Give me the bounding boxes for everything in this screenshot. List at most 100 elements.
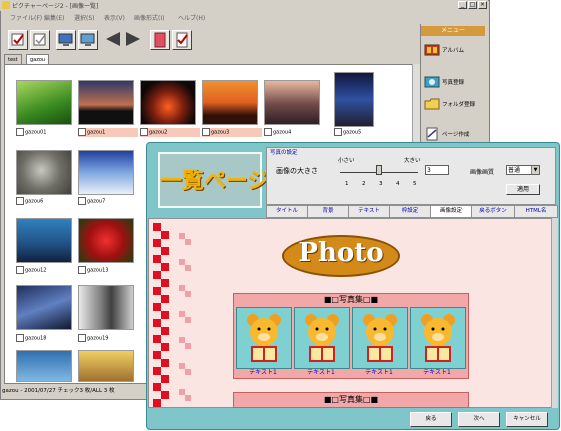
thumbnail[interactable] [202,80,258,125]
check-all-button[interactable] [8,30,28,50]
view-button-1[interactable] [56,30,76,50]
checkbox[interactable] [78,197,86,205]
photo-logo-text: Photo [298,238,384,268]
checkbox[interactable] [334,128,342,136]
checkbox[interactable] [264,128,272,136]
thumbnail-caption[interactable]: gazou01 [16,128,76,137]
back-button[interactable]: 戻る [410,412,452,427]
bear-icon [363,314,397,362]
checkbox[interactable] [140,128,148,136]
tab-back-button[interactable]: 戻るボタン [471,205,515,218]
menu-view[interactable]: 表示(V) [104,13,125,22]
bear-image[interactable] [352,307,408,369]
bear-caption: テキスト1 [249,369,277,376]
thumbnail[interactable] [16,350,72,382]
tab-html-name[interactable]: HTML名 [514,205,558,218]
thumbnail[interactable] [140,80,196,125]
checkbox[interactable] [78,334,86,342]
thumbnail[interactable] [78,150,134,195]
tab-image-settings[interactable]: 画像設定 [430,205,472,218]
thumbnail-caption[interactable]: gazou13 [78,266,138,275]
uncheck-all-button[interactable] [30,30,50,50]
tab-background[interactable]: 背景 [307,205,349,218]
thumbnail[interactable] [78,285,134,330]
checkbox[interactable] [78,266,86,274]
cancel-button[interactable]: キャンセル [506,412,548,427]
menu-select[interactable]: 選択(S) [74,13,95,22]
checkbox[interactable] [78,128,86,136]
album-title-2: ■□写真集□■ [323,395,379,404]
checkbox[interactable] [16,197,24,205]
thumbnail-caption[interactable]: gazou12 [16,266,76,275]
thumbnail[interactable] [264,80,320,125]
thumbnail-caption[interactable]: gazou7 [78,197,138,206]
view-button-2[interactable] [78,30,98,50]
sidebar-item-photo-register[interactable]: 写真登録 [424,72,486,94]
next-button-dialog[interactable]: 次へ [458,412,500,427]
checker-border [153,223,191,407]
thumbnail[interactable] [78,350,134,382]
photo-register-icon [424,76,440,88]
tab-title[interactable]: タイトル [266,205,308,218]
thumbnail-caption[interactable]: gazou5 [334,128,394,137]
thumbnail-label: gazou2 [149,129,168,136]
size-slider-thumb[interactable] [376,165,382,175]
thumbnail-caption[interactable]: gazou6 [16,197,76,206]
menu-image-format[interactable]: 画像形式(I) [134,13,164,22]
sidebar-item-album[interactable]: アルバム [424,40,486,62]
menu-file[interactable]: ファイル(F) [10,13,42,22]
thumbnail[interactable] [16,150,72,195]
menu-bar: ファイル(F) 編集(E) 選択(S) 表示(V) 画像形式(I) ヘルプ(H) [0,12,488,23]
tab-text[interactable]: テキスト [348,205,390,218]
slider-small-label: 小さい [338,158,355,164]
checkbox[interactable] [16,128,24,136]
thumbnail[interactable] [334,72,374,127]
preview-scrollbar[interactable] [551,218,558,408]
page-create-icon [426,127,438,141]
page-check-button[interactable] [172,30,192,50]
thumbnail-caption[interactable]: gazou2 [140,128,200,137]
menu-edit[interactable]: 編集(E) [44,13,64,22]
thumbnail-caption[interactable]: gazou18 [16,334,76,343]
prev-button[interactable] [104,30,122,48]
thumbnail-label: gazou1 [87,129,106,136]
thumbnail-label: gazou6 [25,198,44,205]
next-button[interactable] [124,30,142,48]
thumbnail-caption[interactable]: gazou4 [264,128,324,137]
thumbnail-label: gazou3 [211,129,230,136]
close-button[interactable]: × [478,1,487,9]
thumbnail[interactable] [78,218,134,263]
title-bar: ピクチャーページ2 - [画像一覧] _ □ × [0,0,488,11]
thumbnail[interactable] [16,80,72,125]
dialog-logo: 一覧ページ [160,168,270,194]
bear-image[interactable] [410,307,466,369]
thumbnail[interactable] [16,218,72,263]
minimize-button[interactable]: _ [458,1,467,9]
thumbnail[interactable] [16,285,72,330]
bear-image[interactable] [236,307,292,369]
tab-frame[interactable]: 枠設定 [389,205,431,218]
bear-image[interactable] [294,307,350,369]
checkbox[interactable] [16,266,24,274]
size-input[interactable]: 3 [425,165,449,175]
checkbox[interactable] [202,128,210,136]
sidebar-item-label: アルバム [442,48,464,54]
settings-title: 写真の設定 [270,150,298,156]
thumbnail-label: gazou01 [25,129,47,136]
quality-select[interactable]: 普通 ▼ [506,165,540,175]
thumbnail-caption[interactable]: gazou3 [202,128,262,137]
menu-help[interactable]: ヘルプ(H) [178,13,205,22]
maximize-button[interactable]: □ [468,1,477,9]
slider-tick: 2 [362,181,366,187]
checkbox[interactable] [16,334,24,342]
thumbnail[interactable] [78,80,134,125]
sidebar-item-folder-register[interactable]: フォルダ登録 [424,94,486,116]
thumbnail-caption[interactable]: gazou1 [78,128,138,137]
thumbnail-label: gazou19 [87,335,109,342]
dialog-tabs: タイトル 背景 テキスト 枠設定 画像設定 戻るボタン HTML名 [266,205,558,218]
chevron-down-icon[interactable]: ▼ [531,166,539,174]
apply-button[interactable]: 適用 [506,184,540,195]
page-button[interactable] [150,30,170,50]
thumbnail-label: gazou5 [343,129,362,136]
thumbnail-caption[interactable]: gazou19 [78,334,138,343]
